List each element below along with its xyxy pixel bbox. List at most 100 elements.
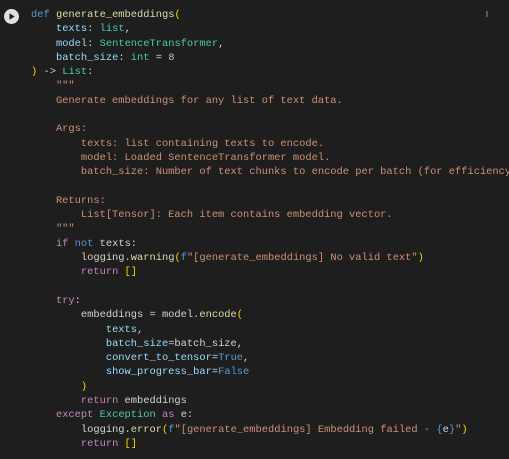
- code-token: ->: [37, 66, 63, 79]
- run-cell-button[interactable]: [4, 9, 19, 24]
- code-line[interactable]: Returns:: [31, 194, 509, 208]
- code-line[interactable]: Generate embeddings for any list of text…: [31, 94, 509, 108]
- code-token: e:: [180, 409, 194, 422]
- code-token: Exception: [99, 409, 162, 422]
- code-line[interactable]: texts,: [31, 323, 509, 337]
- code-token: "[generate_embeddings] Embedding failed …: [174, 423, 437, 436]
- code-line[interactable]: model: SentenceTransformer,: [31, 37, 509, 51]
- code-token: texts:: [99, 237, 138, 250]
- code-line[interactable]: def generate_embeddings(: [31, 8, 509, 22]
- code-token: True: [218, 352, 244, 365]
- code-token: except: [55, 409, 100, 422]
- code-line[interactable]: [31, 280, 509, 294]
- code-token: Returns:: [31, 194, 106, 207]
- code-token: embeddings: [124, 395, 187, 408]
- code-token: """: [31, 80, 75, 93]
- code-token: :: [74, 294, 81, 307]
- code-token: show_progress_bar: [105, 366, 212, 379]
- code-line[interactable]: texts: list,: [31, 22, 509, 36]
- code-token: int: [130, 51, 150, 64]
- code-line[interactable]: batch_size: int = 8: [31, 51, 509, 65]
- code-token: return: [80, 266, 125, 279]
- code-token: generate_embeddings: [55, 9, 175, 21]
- code-token: []: [124, 437, 138, 450]
- code-token: ): [80, 380, 88, 393]
- code-line[interactable]: ): [31, 380, 509, 394]
- code-token: logging.: [31, 252, 131, 265]
- code-token: texts: [55, 23, 88, 36]
- code-line[interactable]: return []: [31, 265, 509, 279]
- code-token: (: [174, 9, 181, 21]
- code-token: ,: [137, 323, 144, 336]
- code-line[interactable]: """: [31, 79, 509, 93]
- code-cell[interactable]: def generate_embeddings( texts: list, mo…: [0, 0, 509, 459]
- code-editor[interactable]: def generate_embeddings( texts: list, mo…: [31, 8, 509, 451]
- code-line[interactable]: logging.error(f"[generate_embeddings] Em…: [31, 423, 509, 437]
- code-line[interactable]: ) -> List:: [31, 65, 509, 79]
- code-line[interactable]: except Exception as e:: [31, 408, 509, 422]
- code-line[interactable]: texts: list containing texts to encode.: [31, 137, 509, 151]
- code-token: =: [149, 51, 169, 64]
- code-token: error: [130, 423, 162, 436]
- code-line[interactable]: """: [31, 222, 509, 236]
- code-token: logging.: [31, 423, 131, 436]
- code-line[interactable]: try:: [31, 294, 509, 308]
- code-line[interactable]: List[Tensor]: Each item contains embeddi…: [31, 208, 509, 222]
- code-line[interactable]: show_progress_bar=False: [31, 365, 509, 379]
- code-token: ,: [218, 37, 225, 50]
- code-token: return: [80, 395, 125, 408]
- code-token: return: [80, 437, 125, 450]
- code-token: warning: [130, 252, 175, 265]
- code-token: texts: [105, 323, 138, 336]
- code-token: :: [87, 66, 94, 79]
- code-line[interactable]: return []: [31, 437, 509, 451]
- code-token: convert_to_tensor: [105, 352, 212, 365]
- code-line[interactable]: if not texts:: [31, 237, 509, 251]
- code-token: batch_size: [105, 337, 169, 350]
- code-token: if: [55, 237, 75, 250]
- code-token: Args:: [31, 123, 88, 136]
- code-token: SentenceTransformer: [99, 37, 219, 50]
- code-token: ,: [124, 23, 131, 36]
- code-token: not: [74, 237, 100, 250]
- code-line[interactable]: Args:: [31, 122, 509, 136]
- code-line[interactable]: convert_to_tensor=True,: [31, 351, 509, 365]
- code-token: List[Tensor]: Each item contains embeddi…: [31, 209, 393, 222]
- code-line[interactable]: batch_size: Number of text chunks to enc…: [31, 165, 509, 179]
- code-line[interactable]: return embeddings: [31, 394, 509, 408]
- code-token: list: [99, 23, 125, 36]
- code-token: :: [118, 51, 131, 64]
- code-line[interactable]: logging.warning(f"[generate_embeddings] …: [31, 251, 509, 265]
- code-token: def: [31, 9, 56, 21]
- code-line[interactable]: [31, 180, 509, 194]
- code-token: encode: [199, 309, 237, 322]
- code-token: batch_size: Number of text chunks to enc…: [31, 166, 509, 179]
- code-line[interactable]: model: Loaded SentenceTransformer model.: [31, 151, 509, 165]
- code-token: :: [87, 23, 100, 36]
- play-icon: [9, 13, 15, 20]
- code-token: 8: [168, 51, 175, 64]
- code-token: List: [62, 66, 88, 79]
- code-line[interactable]: batch_size=batch_size,: [31, 337, 509, 351]
- code-line[interactable]: embeddings = model.encode(: [31, 308, 509, 322]
- code-token: model: Loaded SentenceTransformer model.: [31, 151, 331, 164]
- code-token: batch_size: [55, 51, 119, 64]
- code-token: (: [236, 309, 244, 322]
- code-token: Generate embeddings for any list of text…: [31, 94, 343, 107]
- code-token: ): [417, 252, 424, 265]
- code-token: model: [55, 37, 88, 50]
- code-line[interactable]: [31, 108, 509, 122]
- code-token: =batch_size,: [168, 337, 244, 350]
